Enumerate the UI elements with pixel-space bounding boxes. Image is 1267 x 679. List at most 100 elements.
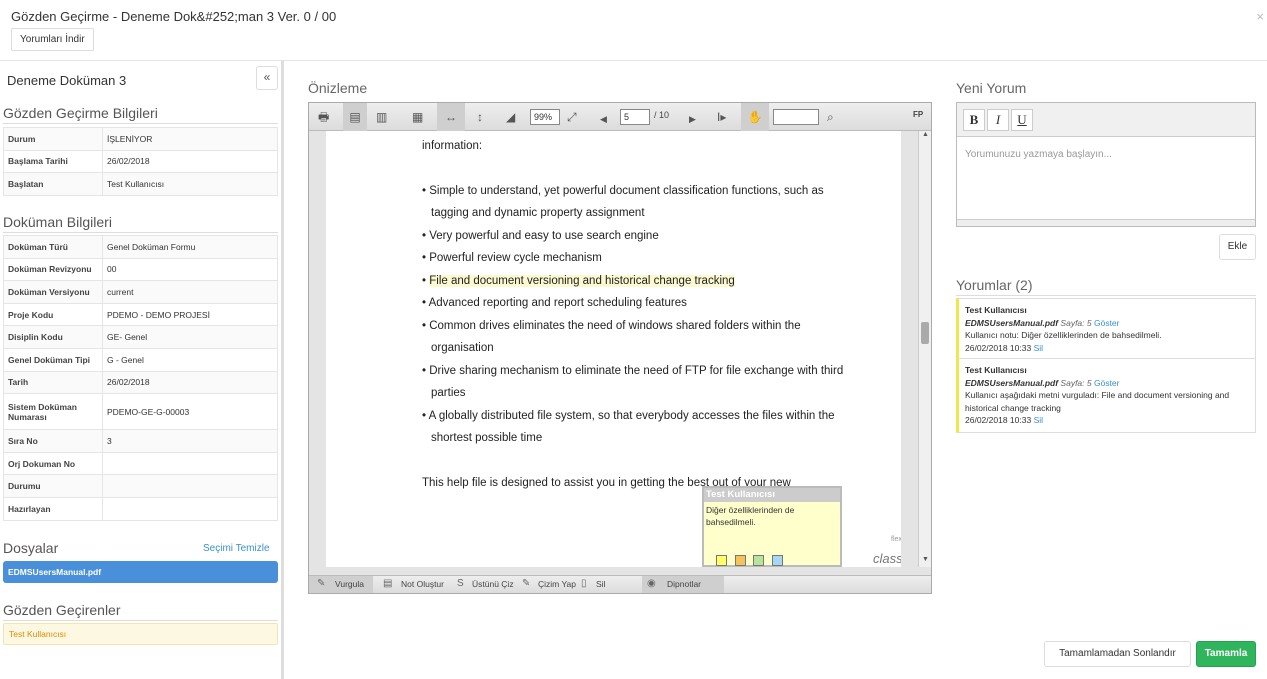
delete-icon[interactable]: ▯ <box>581 578 587 589</box>
doc-line-highlighted: • File and document versioning and histo… <box>422 275 735 287</box>
note-color-green[interactable] <box>753 555 764 566</box>
comment-input[interactable]: Yorumunuzu yazmaya başlayın... <box>965 149 1112 160</box>
vertical-scrollbar[interactable]: ▲ ▼ <box>918 131 931 567</box>
doc-line: • Advanced reporting and report scheduli… <box>422 297 687 309</box>
comment-editor[interactable]: B I U Yorumunuzu yazmaya başlayın... <box>956 102 1256 227</box>
draw-button[interactable]: Çizim Yap <box>538 579 576 589</box>
note-color-yellow[interactable] <box>716 555 727 566</box>
search-icon[interactable]: ⌕ <box>827 109 834 125</box>
print-icon[interactable]: 🖶 <box>318 109 329 125</box>
note-icon[interactable]: ▤ <box>383 578 392 589</box>
strikethrough-icon[interactable]: S <box>457 578 464 589</box>
info-row: Doküman Revizyonu 00 <box>3 257 278 282</box>
info-row: Orj Dokuman No <box>3 451 278 476</box>
show-link[interactable]: Göster <box>1094 318 1120 328</box>
info-value: PDEMO-GE-G-00003 <box>102 393 278 431</box>
search-input[interactable] <box>773 109 819 125</box>
info-key: Genel Doküman Tipi <box>3 347 103 372</box>
fullscreen-icon[interactable]: ⤢ <box>567 109 577 125</box>
sticky-note[interactable]: Test Kullanıcısı Diğer özelliklerinden d… <box>702 486 842 567</box>
info-value: G - Genel <box>102 347 278 372</box>
zoom-input[interactable]: 99% <box>530 109 560 125</box>
info-key: Doküman Revizyonu <box>3 257 103 282</box>
scroll-up-icon[interactable]: ▲ <box>922 131 929 138</box>
delete-link[interactable]: Sil <box>1034 415 1043 425</box>
zoom-slider-icon[interactable]: ◢ <box>506 109 515 125</box>
draw-icon[interactable]: ✎ <box>522 578 530 589</box>
info-row: Doküman Türü Genel Doküman Formu <box>3 235 278 259</box>
text-select-icon[interactable]: I▸ <box>717 109 726 125</box>
info-key: Proje Kodu <box>3 302 103 327</box>
complete-button[interactable]: Tamamla <box>1196 641 1256 667</box>
footnotes-button[interactable]: Dipnotlar <box>667 579 701 589</box>
modal-header: Gözden Geçirme - Deneme Dok&#252;man 3 V… <box>0 0 1267 61</box>
comment-file: EDMSUsersManual.pdf <box>965 377 1059 388</box>
add-comment-button[interactable]: Ekle <box>1219 234 1256 260</box>
info-value: 3 <box>102 429 278 453</box>
info-value: PDEMO - DEMO PROJESİ <box>102 302 278 327</box>
info-value: current <box>102 280 278 304</box>
clear-selection-link[interactable]: Seçimi Temizle <box>203 543 270 554</box>
single-page-icon[interactable]: ▤ <box>343 103 367 131</box>
two-page-icon[interactable]: ▥ <box>376 109 387 125</box>
info-key: Doküman Türü <box>3 235 103 259</box>
highlighted-text[interactable]: File and document versioning and histori… <box>429 275 735 287</box>
fit-width-icon[interactable]: ↔ <box>437 103 465 131</box>
finish-without-completing-button[interactable]: Tamamlamadan Sonlandır <box>1044 641 1191 667</box>
note-color-orange[interactable] <box>735 555 746 566</box>
info-value: 00 <box>102 257 278 282</box>
collapse-button[interactable]: « <box>256 66 278 90</box>
strikethrough-button[interactable]: Üstünü Çiz <box>472 579 514 589</box>
highlight-icon[interactable]: ✎ <box>317 578 325 589</box>
info-value: 26/02/2018 <box>102 149 278 174</box>
info-value: Genel Doküman Formu <box>102 235 278 259</box>
note-color-blue[interactable] <box>772 555 783 566</box>
highlight-button[interactable]: Vurgula <box>335 579 364 589</box>
italic-button[interactable]: I <box>987 109 1009 131</box>
delete-button[interactable]: Sil <box>596 579 605 589</box>
resize-handle[interactable] <box>957 219 1255 226</box>
thumbnail-icon[interactable]: ▦ <box>412 109 423 125</box>
info-key: Durumu <box>3 474 103 498</box>
document-viewer: 🖶 ▤ ▥ ▦ ↔ ↕ ◢ 99% ⤢ ◀ 5 / 10 ▶ I▸ ✋ ⌕ FP… <box>308 102 932 594</box>
prev-page-icon[interactable]: ◀ <box>600 111 607 127</box>
hand-tool-icon[interactable]: ✋ <box>741 103 769 131</box>
reviewers-title: Gözden Geçirenler <box>3 602 121 618</box>
show-link[interactable]: Göster <box>1094 378 1120 388</box>
scroll-down-icon[interactable]: ▼ <box>922 556 929 563</box>
comment-text: Kullanıcı aşağıdaki metni vurguladı: Fil… <box>965 390 1230 413</box>
info-row: Başlatan Test Kullanıcısı <box>3 172 278 196</box>
page-input[interactable]: 5 <box>620 109 650 125</box>
info-row: Genel Doküman Tipi G - Genel <box>3 347 278 372</box>
files-title: Dosyalar <box>3 540 59 556</box>
info-row: Hazırlayan <box>3 496 278 521</box>
footnotes-icon[interactable]: ◉ <box>647 578 656 589</box>
page-total: / 10 <box>654 110 670 120</box>
next-page-icon[interactable]: ▶ <box>689 111 696 127</box>
bold-button[interactable]: B <box>963 109 985 131</box>
info-value <box>102 451 278 476</box>
note-user: Test Kullanıcısı <box>704 488 840 502</box>
scroll-thumb[interactable] <box>921 322 929 344</box>
info-value: 26/02/2018 <box>102 370 278 395</box>
download-comments-button[interactable]: Yorumları İndir <box>11 28 94 51</box>
delete-link[interactable]: Sil <box>1034 343 1043 353</box>
info-row: Durumu <box>3 474 278 498</box>
document-info-table: Doküman Türü Genel Doküman Formu Doküman R… <box>3 235 278 521</box>
info-row: Tarih 26/02/2018 <box>3 370 278 395</box>
file-item[interactable]: EDMSUsersManual.pdf <box>3 561 278 583</box>
info-key: Başlama Tarihi <box>3 149 103 174</box>
comment-user: Test Kullanıcısı <box>965 365 1027 375</box>
info-row: Sıra No 3 <box>3 429 278 453</box>
comment-text: Kullanıcı notu: Diğer özelliklerinden de… <box>965 330 1162 340</box>
brand-small: flexpaper <box>891 536 901 543</box>
reviewer-item: Test Kullanıcısı <box>3 623 278 645</box>
doc-line: • Very powerful and easy to use search e… <box>422 230 659 242</box>
doc-line: parties <box>431 387 466 399</box>
fit-height-icon[interactable]: ↕ <box>477 109 483 125</box>
underline-button[interactable]: U <box>1011 109 1033 131</box>
doc-line: information: <box>422 140 483 152</box>
create-note-button[interactable]: Not Oluştur <box>401 579 444 589</box>
close-icon[interactable]: × <box>1256 9 1264 24</box>
annotation-toolbar: ✎ Vurgula ▤ Not Oluştur S Üstünü Çiz ✎ Ç… <box>309 575 931 593</box>
